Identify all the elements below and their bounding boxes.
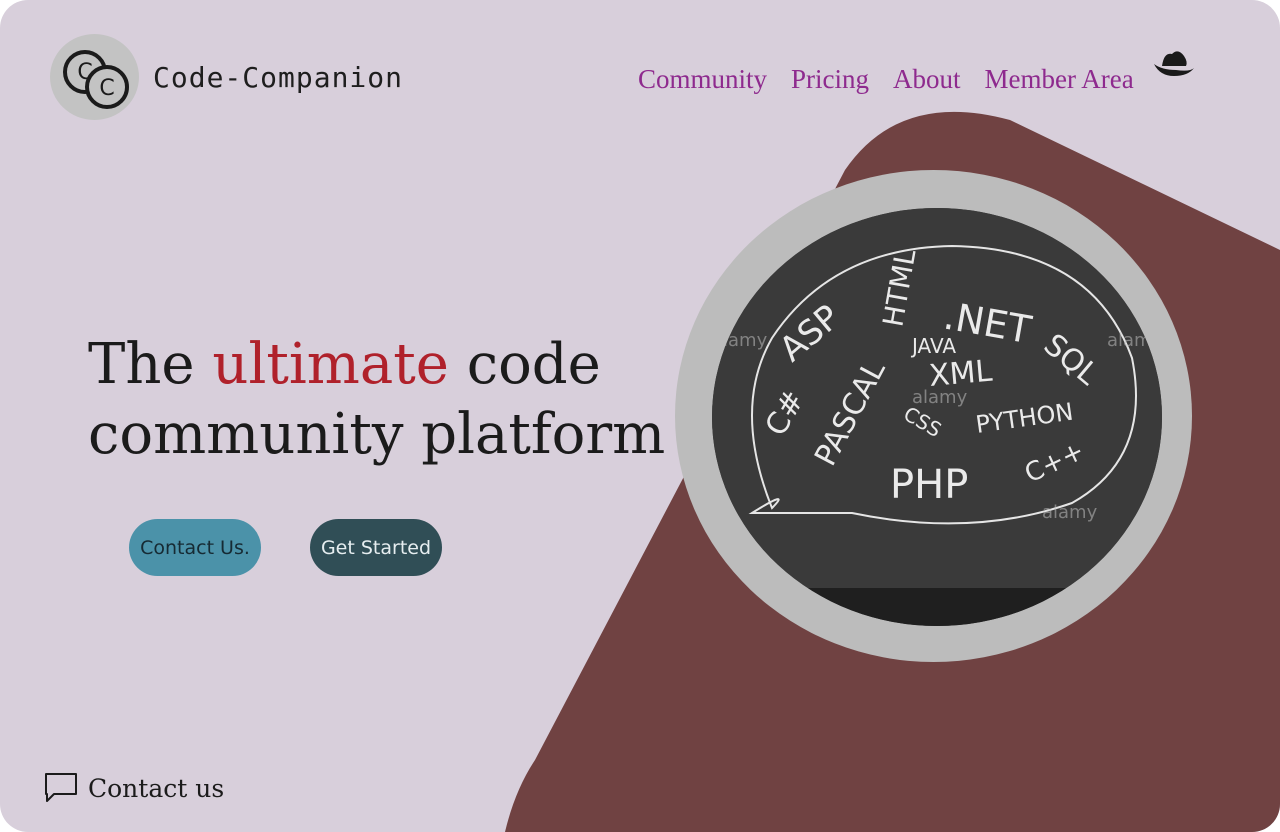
nav-community[interactable]: Community	[638, 64, 767, 95]
footer-contact-label: Contact us	[88, 773, 225, 803]
top-nav: Community Pricing About Member Area	[638, 64, 1134, 95]
hero-headline: The ultimate code community platform	[88, 330, 668, 470]
watermark-3: alamy	[1042, 502, 1098, 523]
logo-letter-2: C	[99, 76, 114, 101]
chat-bubble-icon	[45, 773, 77, 802]
hat-icon	[1154, 51, 1194, 76]
word-php: PHP	[890, 462, 968, 508]
nav-pricing[interactable]: Pricing	[791, 64, 869, 95]
get-started-button[interactable]: Get Started	[310, 519, 442, 576]
nav-member-area[interactable]: Member Area	[985, 64, 1134, 95]
contact-us-button[interactable]: Contact Us.	[129, 519, 261, 576]
footer-contact-link[interactable]: Contact us	[44, 772, 224, 804]
nav-about[interactable]: About	[893, 64, 961, 95]
double-c-logo-icon: C C	[50, 34, 139, 120]
watermark-2: alamy	[912, 387, 968, 408]
headline-start: The	[88, 332, 195, 397]
word-java: JAVA	[910, 334, 956, 358]
landing-page: C C Code-Companion Community Pricing Abo…	[0, 0, 1280, 832]
brand-name: Code-Companion	[153, 60, 404, 94]
brand[interactable]: C C Code-Companion	[50, 34, 403, 120]
headline-accent-word: ultimate	[212, 332, 449, 397]
chalkboard-image: .NET ASP HTML SQL JAVA XML PASCAL C# CSS…	[712, 208, 1162, 626]
